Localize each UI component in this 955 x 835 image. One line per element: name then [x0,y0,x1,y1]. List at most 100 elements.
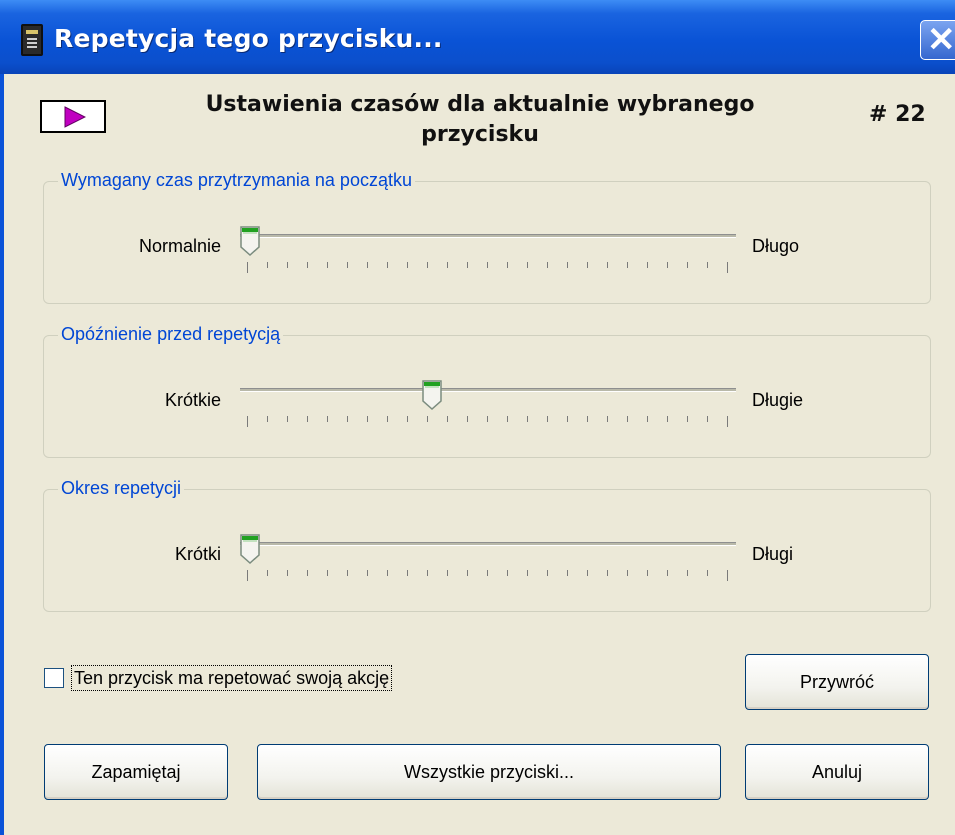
slider-tick [647,570,648,576]
slider-tick [267,262,268,268]
repeat-period-min-label: Krótki [174,544,221,564]
slider-tick [467,416,468,422]
slider-tick [427,416,428,422]
slider-tick [447,262,448,268]
restore-button[interactable]: Przywróć [745,654,929,710]
slider-tick [547,416,548,422]
slider-tick [507,262,508,268]
slider-tick [547,262,548,268]
slider-tick [607,570,608,576]
slider-tick [367,416,368,422]
slider-tick [687,416,688,422]
slider-tick [447,416,448,422]
play-icon [64,106,86,128]
window-title: Repetycja tego przycisku... [54,24,443,53]
repeat-checkbox[interactable] [44,668,64,688]
hold-time-min-label: Normalnie [138,236,221,256]
page-title: Ustawienia czasów dla aktualnie wybraneg… [180,90,780,150]
device-icon [21,24,43,56]
slider-tick [427,262,428,268]
save-button[interactable]: Zapamiętaj [44,744,228,800]
repeat-period-max-label: Długi [752,544,794,564]
slider-tick [707,416,708,422]
title-bar[interactable]: Repetycja tego przycisku... ✕ [0,0,955,74]
slider-tick [487,570,488,576]
hold-time-max-label: Długo [752,236,800,256]
slider-track[interactable] [240,542,736,546]
page-title-line2: przycisku [421,122,539,147]
slider-tick [367,570,368,576]
slider-tick [307,416,308,422]
repeat-period-legend: Okres repetycji [58,477,185,499]
slider-tick [267,416,268,422]
button-preview [40,100,106,133]
button-number: # 22 [869,102,926,127]
slider-tick [327,416,328,422]
slider-tick [307,262,308,268]
slider-tick [727,570,728,581]
slider-tick [327,570,328,576]
slider-track[interactable] [240,234,736,238]
slider-tick [407,570,408,576]
repeat-delay-legend: Opóźnienie przed repetycją [58,323,284,345]
slider-tick [627,262,628,268]
slider-tick [627,570,628,576]
slider-tick [567,262,568,268]
slider-tick [247,262,248,273]
slider-tick [447,570,448,576]
slider-tick [667,570,668,576]
slider-tick [607,262,608,268]
repeat-delay-max-label: Długie [752,390,804,410]
slider-track[interactable] [240,388,736,392]
slider-tick [387,570,388,576]
slider-tick [267,570,268,576]
slider-tick [607,416,608,422]
page-title-line1: Ustawienia czasów dla aktualnie wybraneg… [205,92,755,117]
slider-tick [687,570,688,576]
close-icon: ✕ [927,21,955,59]
slider-tick [547,570,548,576]
slider-tick [567,570,568,576]
slider-tick [387,416,388,422]
slider-tick [287,416,288,422]
slider-thumb[interactable] [421,379,443,411]
slider-tick [247,416,248,427]
slider-ticks [247,262,728,274]
slider-tick [467,570,468,576]
slider-tick [567,416,568,422]
slider-tick [527,416,528,422]
slider-tick [347,262,348,268]
slider-tick [507,416,508,422]
slider-tick [647,416,648,422]
slider-tick [587,262,588,268]
slider-ticks [247,416,728,428]
slider-tick [347,416,348,422]
slider-tick [587,416,588,422]
cancel-button[interactable]: Anuluj [745,744,929,800]
slider-thumb[interactable] [239,533,261,565]
slider-tick [507,570,508,576]
slider-tick [647,262,648,268]
slider-tick [707,262,708,268]
slider-tick [467,262,468,268]
slider-tick [407,262,408,268]
slider-tick [707,570,708,576]
slider-tick [367,262,368,268]
slider-tick [727,416,728,427]
slider-tick [287,262,288,268]
slider-tick [527,570,528,576]
slider-tick [327,262,328,268]
slider-tick [407,416,408,422]
repeat-checkbox-label[interactable]: Ten przycisk ma repetować swoją akcję [71,665,393,691]
slider-tick [527,262,528,268]
close-button[interactable]: ✕ [920,20,955,60]
slider-tick [307,570,308,576]
slider-tick [667,416,668,422]
hold-time-legend: Wymagany czas przytrzymania na początku [58,169,415,191]
slider-tick [587,570,588,576]
slider-tick [427,570,428,576]
slider-thumb[interactable] [239,225,261,257]
repeat-delay-min-label: Krótkie [164,390,221,410]
slider-tick [387,262,388,268]
all-buttons-button[interactable]: Wszystkie przyciski... [257,744,721,800]
